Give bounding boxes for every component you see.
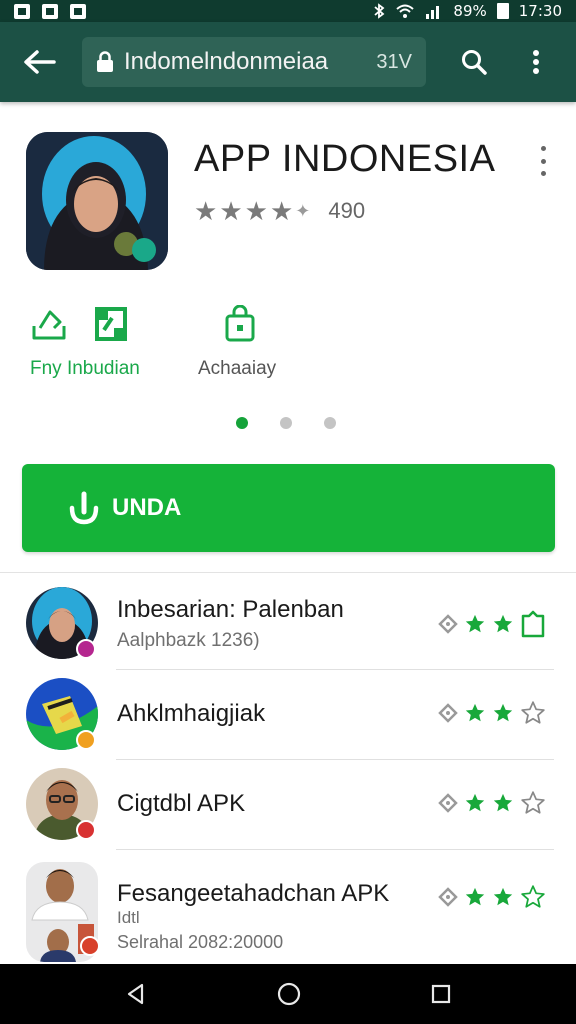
search-icon <box>462 50 487 75</box>
avatar <box>26 587 98 659</box>
rating-count: 490 <box>328 198 366 223</box>
more-vert-icon <box>533 50 539 74</box>
star-filled-icon <box>493 703 513 722</box>
bookmark-icon[interactable] <box>520 610 546 638</box>
avatar <box>26 678 98 750</box>
clock: 17:30 <box>518 2 562 20</box>
app-more-button[interactable] <box>534 146 552 176</box>
star-icon: ★ <box>269 196 294 226</box>
badge-icon <box>76 730 96 750</box>
address-bar[interactable]: Indomelndonmeiaa 31V <box>82 37 426 87</box>
notification-icon <box>14 3 30 19</box>
dot-icon <box>540 158 546 164</box>
list-item-title: Ahklmhaigjiak <box>117 700 266 727</box>
list-item[interactable]: Fesangeetahadchan APK Idtl Selrahal 2082… <box>0 852 576 964</box>
share-icon <box>32 310 66 340</box>
page-dot-active <box>236 417 248 429</box>
notification-icon <box>42 3 58 19</box>
diamond-icon <box>438 614 458 634</box>
list-item-title: Fesangeetahadchan APK <box>117 880 390 907</box>
half-star-icon: ✦ <box>295 201 311 221</box>
page-dot <box>280 417 292 429</box>
star-filled-icon <box>493 614 513 633</box>
back-button[interactable] <box>16 38 64 86</box>
star-outline-icon[interactable] <box>520 700 546 726</box>
back-icon <box>24 50 56 74</box>
star-filled-icon <box>493 887 513 906</box>
list-item[interactable]: Inbesarian: Palenban Aalphbazk 1236) <box>0 580 576 670</box>
signal-icon <box>426 6 440 19</box>
system-indicators: 89% 17:30 <box>373 2 562 20</box>
lock-icon <box>97 51 113 72</box>
nav-home-icon[interactable] <box>276 981 302 1007</box>
status-bar: 89% 17:30 <box>0 0 576 22</box>
diamond-icon <box>438 887 458 907</box>
row-divider <box>116 849 554 850</box>
bluetooth-icon <box>374 3 385 19</box>
dot-icon <box>540 146 546 151</box>
download-icon <box>69 491 99 525</box>
list-item-subtitle-2: Selrahal 2082:20000 <box>117 932 284 952</box>
shopping-bag-icon <box>225 305 255 342</box>
star-filled-icon <box>493 793 513 812</box>
action-label: Achaaiay <box>198 358 277 379</box>
search-button[interactable] <box>450 38 498 86</box>
action-secondary[interactable]: Achaaiay <box>198 302 276 380</box>
diamond-icon <box>438 703 458 723</box>
star-filled-icon <box>465 614 485 633</box>
browser-toolbar: Indomelndonmeiaa 31V <box>0 22 576 102</box>
list-item-rating <box>438 700 546 726</box>
system-nav-bar <box>0 964 576 1024</box>
list-item-title: Inbesarian: Palenban <box>117 596 344 623</box>
star-outline-icon[interactable] <box>520 884 546 910</box>
list-item-rating <box>438 884 546 910</box>
app-icon <box>26 132 168 270</box>
battery-percent: 89% <box>453 2 487 20</box>
wifi-icon <box>396 4 415 18</box>
badge-icon <box>76 639 96 659</box>
overflow-menu-button[interactable] <box>512 38 560 86</box>
page-dot <box>324 417 336 429</box>
action-share-wishlist[interactable]: Fny Inbudian <box>30 302 140 380</box>
star-outline-icon[interactable] <box>520 790 546 816</box>
list-item-rating <box>438 610 546 638</box>
star-icon: ★ <box>219 196 243 226</box>
list-item-subtitle: Idtl <box>117 908 140 927</box>
wishlist-icon <box>95 307 127 341</box>
star-icon: ★ <box>244 196 268 226</box>
avatar <box>26 768 98 840</box>
dot-icon <box>540 171 546 176</box>
star-filled-icon <box>465 703 485 722</box>
notification-icons <box>14 3 86 19</box>
app-title: APP INDONESIA <box>194 138 496 180</box>
badge-icon <box>80 936 100 956</box>
nav-recents-icon[interactable] <box>430 983 452 1005</box>
url-text: Indomelndonmeiaa <box>124 48 329 75</box>
list-item-title: Cigtdbl APK <box>117 790 246 817</box>
battery-icon <box>496 3 509 19</box>
install-button[interactable]: UNDA <box>22 464 555 552</box>
list-item[interactable]: Cigtdbl APK <box>0 760 576 850</box>
url-suffix: 31V <box>376 50 412 73</box>
star-filled-icon <box>465 887 485 906</box>
star-filled-icon <box>465 793 485 812</box>
diamond-icon <box>438 793 458 813</box>
avatar <box>26 862 100 962</box>
notification-icon <box>70 3 86 19</box>
install-label: UNDA <box>112 494 182 521</box>
badge-icon <box>76 820 96 840</box>
section-divider <box>0 572 576 573</box>
page-indicator <box>236 417 336 429</box>
star-icon: ★ <box>194 196 218 226</box>
action-label: Fny Inbudian <box>30 358 140 379</box>
nav-back-icon[interactable] <box>124 982 148 1006</box>
app-rating: ★ ★ ★ ★ ✦ 490 <box>194 198 365 224</box>
list-item-rating <box>438 790 546 816</box>
list-item-subtitle: Aalphbazk 1236) <box>117 630 260 651</box>
list-item[interactable]: Ahklmhaigjiak <box>0 670 576 760</box>
